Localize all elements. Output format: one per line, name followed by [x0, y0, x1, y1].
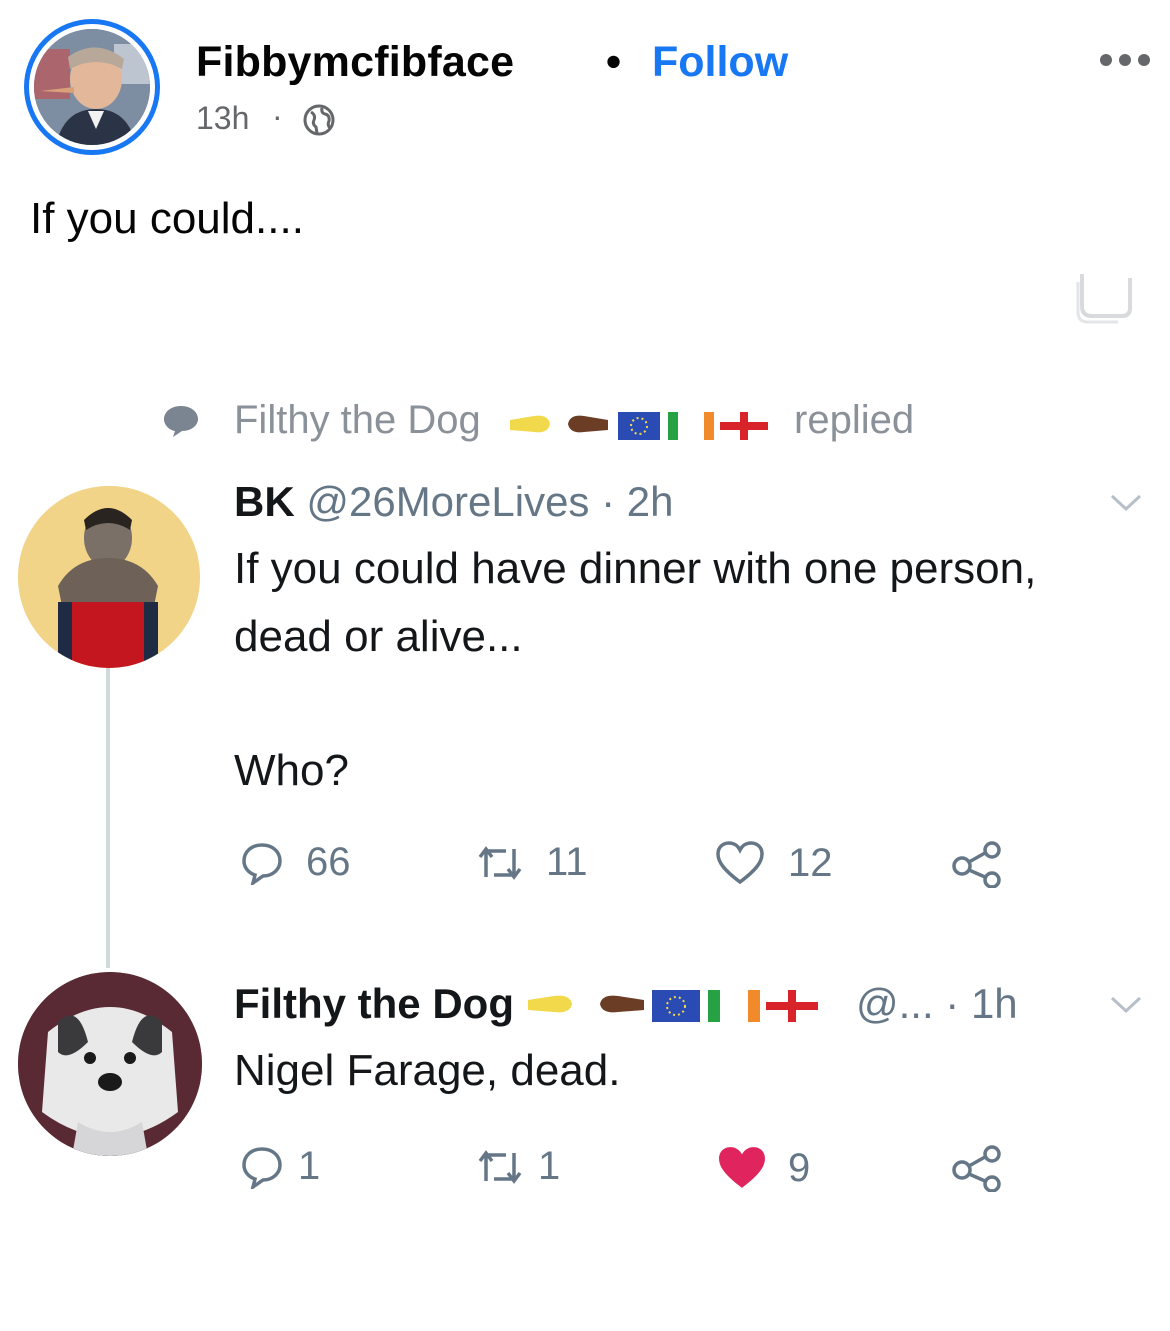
post-text: If you could....	[30, 194, 304, 243]
chevron-down-icon	[1110, 996, 1142, 1014]
author-avatar[interactable]	[24, 19, 160, 155]
reply-count: 66	[306, 840, 351, 884]
reply-share-action	[950, 1144, 1006, 1192]
heart-filled-icon	[719, 1147, 765, 1188]
reply-arrow-icon	[1076, 274, 1132, 324]
emoji-flags-icon	[510, 412, 768, 440]
original-tweet-name: BK	[234, 478, 295, 525]
avatar-photo	[34, 29, 150, 145]
bk-avatar	[18, 486, 200, 668]
more-horizontal-icon[interactable]	[1098, 50, 1152, 70]
reply-count: 1	[298, 1144, 321, 1188]
reply-tweet-text: Nigel Farage, dead.	[234, 1046, 621, 1095]
chevron-down-icon	[1110, 494, 1142, 512]
avatar-photo	[18, 486, 200, 668]
like-count: 9	[788, 1145, 811, 1190]
username-emoji-flags	[508, 406, 788, 442]
original-tweet-line-1: If you could have dinner with one person…	[234, 544, 1037, 593]
reply-tweet-handle-time: @... · 1h	[855, 980, 1018, 1027]
reply-icon	[242, 1146, 282, 1189]
context-action: replied	[794, 398, 915, 442]
share-icon	[952, 841, 1001, 888]
post-timestamp[interactable]: 13h	[196, 100, 249, 137]
original-retweet-action: 11	[476, 840, 588, 885]
globe-icon[interactable]	[302, 103, 336, 137]
speech-bubble-icon	[164, 406, 198, 437]
context-username: Filthy the Dog	[234, 398, 481, 442]
original-like-action: 12	[714, 840, 833, 886]
timestamp-separator: ·	[272, 98, 283, 134]
follow-button[interactable]: Follow	[652, 38, 788, 87]
reply-retweet-action: 1	[476, 1144, 560, 1189]
reply-like-action: 9	[714, 1144, 810, 1192]
header-separator: •	[606, 38, 622, 86]
filthy-dog-avatar	[18, 972, 202, 1156]
username-emoji-flags	[526, 984, 846, 1024]
reply-tweet-name: Filthy the Dog	[234, 980, 514, 1027]
original-tweet-line-3: Who?	[234, 746, 349, 795]
retweet-count: 11	[546, 840, 588, 884]
original-share-action	[950, 840, 1006, 888]
emoji-flags-icon	[527, 990, 818, 1022]
retweet-icon	[478, 845, 522, 880]
original-reply-action: 66	[240, 840, 351, 885]
original-tweet-handle-time: @26MoreLives · 2h	[306, 478, 674, 525]
thread-connector-line	[106, 668, 110, 968]
reply-reply-action: 1	[240, 1144, 320, 1189]
share-icon	[952, 1145, 1001, 1192]
retweet-icon	[478, 1149, 522, 1184]
author-name[interactable]: Fibbymcfibface	[196, 38, 514, 87]
tweet-screenshot-image: Filthy the Dog replied BK @26MoreLives ·…	[0, 260, 1170, 1331]
retweet-count: 1	[538, 1144, 561, 1188]
original-tweet-header: BK @26MoreLives · 2h	[234, 478, 673, 526]
heart-outline-icon	[716, 841, 764, 885]
reply-icon	[242, 842, 282, 885]
like-count: 12	[788, 840, 833, 885]
avatar-photo	[18, 972, 202, 1156]
reply-tweet-header: Filthy the Dog @... · 1h	[234, 980, 1018, 1028]
original-tweet-line-2: dead or alive...	[234, 612, 523, 661]
